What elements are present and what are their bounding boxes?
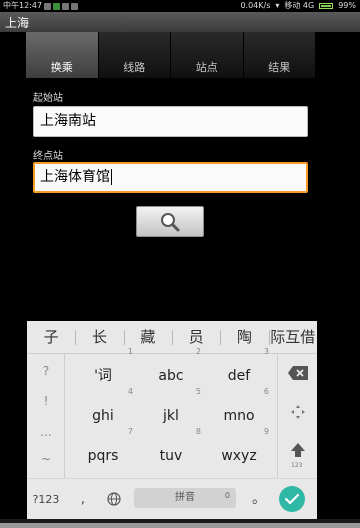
candidate-word[interactable]: 陶 xyxy=(220,321,268,353)
key-6[interactable]: mno 6 xyxy=(205,387,273,436)
symbol-key[interactable]: ! xyxy=(27,394,65,408)
notification-icon xyxy=(71,2,79,10)
search-button[interactable] xyxy=(136,206,204,237)
candidate-word[interactable]: 长 xyxy=(75,321,123,353)
backspace-icon[interactable] xyxy=(287,365,309,381)
confirm-button[interactable] xyxy=(279,486,305,512)
tab-label: 站点 xyxy=(195,61,218,74)
key-8[interactable]: tuv 8 xyxy=(137,427,205,476)
cursor-move-icon[interactable] xyxy=(290,404,306,420)
text-caret xyxy=(111,169,112,185)
tab-label: 线路 xyxy=(123,61,146,74)
candidate-bar: 子 长 藏 员 陶 际互借 xyxy=(27,321,317,354)
time-label: 中午12:47 xyxy=(3,1,43,10)
app-title-bar: 上海 xyxy=(0,12,360,32)
key-3[interactable]: def 3 xyxy=(205,347,273,396)
tab-transfer[interactable]: 换乘 xyxy=(26,32,99,78)
notification-icon xyxy=(62,2,70,10)
end-station-label: 终点站 xyxy=(33,151,63,162)
symbol-key[interactable]: ? xyxy=(27,364,65,378)
tab-bar: 换乘 线路 站点 结果 xyxy=(26,32,316,78)
page-title: 上海 xyxy=(5,16,30,30)
end-station-value: 上海体育馆 xyxy=(40,169,110,185)
key-5[interactable]: jkl 5 xyxy=(137,387,205,436)
carrier-label: 移动 4G xyxy=(284,1,315,10)
start-station-label: 起始站 xyxy=(33,93,63,104)
enter-arrow-icon[interactable] xyxy=(289,442,307,458)
key-4[interactable]: ghi 4 xyxy=(69,387,137,436)
battery-level: 99% xyxy=(338,1,356,10)
tab-station[interactable]: 站点 xyxy=(171,32,244,78)
signal-icon: ▾ xyxy=(275,1,280,10)
comma-key[interactable]: , xyxy=(71,479,95,520)
battery-icon xyxy=(319,3,334,9)
symbol-column: ? ! ... ~ xyxy=(27,354,65,478)
keyboard-bottom-row: ?123 , 拼音 0 。 xyxy=(27,478,317,519)
notification-icon xyxy=(44,2,52,10)
switch-123-key[interactable]: ?123 xyxy=(27,479,65,520)
checkmark-icon xyxy=(285,493,299,505)
candidate-word[interactable]: 子 xyxy=(27,321,75,353)
end-station-input[interactable]: 上海体育馆 xyxy=(33,162,308,193)
symbol-key[interactable]: ~ xyxy=(27,452,65,466)
key-9[interactable]: wxyz 9 xyxy=(205,427,273,476)
soft-keyboard: 子 长 藏 员 陶 际互借 ? ! ... ~ '词 1 abc 2 def 3 gh… xyxy=(27,321,317,519)
symbol-key[interactable]: ... xyxy=(27,425,65,439)
key-1[interactable]: '词 1 xyxy=(69,347,137,396)
search-icon xyxy=(161,212,180,231)
tab-label: 结果 xyxy=(268,61,291,74)
enter-sub-label: 123 xyxy=(291,462,303,469)
app-notification-icon xyxy=(53,2,61,10)
status-bar: 中午12:47 0.04K/s ▾ 移动 4G 99% xyxy=(0,0,360,12)
bottom-nav-strip xyxy=(0,519,360,528)
globe-icon xyxy=(107,492,121,506)
tab-route[interactable]: 线路 xyxy=(98,32,171,78)
key-7[interactable]: pqrs 7 xyxy=(69,427,137,476)
start-station-value: 上海南站 xyxy=(40,113,96,129)
language-key[interactable] xyxy=(101,479,127,520)
period-key[interactable]: 。 xyxy=(247,479,271,520)
function-column: 123 xyxy=(277,354,317,478)
space-key[interactable]: 拼音 0 xyxy=(134,488,236,508)
tab-label: 换乘 xyxy=(50,61,73,74)
key-2[interactable]: abc 2 xyxy=(137,347,205,396)
start-station-input[interactable]: 上海南站 xyxy=(33,106,308,137)
candidate-word[interactable]: 际互借 xyxy=(268,321,317,353)
network-speed: 0.04K/s xyxy=(240,1,271,10)
tab-result[interactable]: 结果 xyxy=(243,32,316,78)
